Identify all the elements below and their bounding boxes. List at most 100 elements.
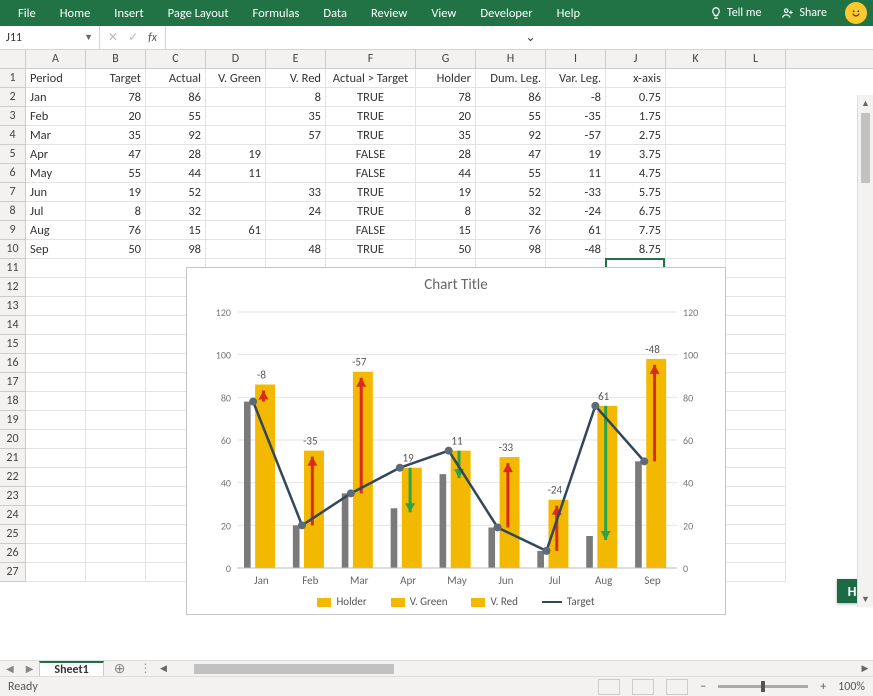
vertical-scrollbar[interactable]: ▲ ▼ (857, 95, 873, 607)
col-header[interactable]: D (206, 50, 266, 68)
cell[interactable] (726, 297, 786, 316)
cell[interactable] (26, 278, 86, 297)
share-button[interactable]: Share (771, 6, 837, 20)
cell[interactable]: -35 (546, 107, 606, 126)
cell[interactable]: 55 (476, 164, 546, 183)
feedback-smiley-icon[interactable] (845, 2, 867, 24)
cell[interactable] (26, 544, 86, 563)
cell[interactable]: 5.75 (606, 183, 666, 202)
cell[interactable]: x-axis (606, 69, 666, 88)
row-header[interactable]: 6 (0, 164, 26, 183)
cell[interactable]: 20 (86, 107, 146, 126)
cell[interactable] (726, 563, 786, 582)
cell[interactable] (666, 183, 726, 202)
cell[interactable]: 15 (416, 221, 476, 240)
cell[interactable]: Jan (26, 88, 86, 107)
cell[interactable] (726, 145, 786, 164)
row-header[interactable]: 7 (0, 183, 26, 202)
row-header[interactable]: 19 (0, 411, 26, 430)
col-header[interactable]: F (326, 50, 416, 68)
cell[interactable]: Mar (26, 126, 86, 145)
row-header[interactable]: 18 (0, 392, 26, 411)
cell[interactable] (666, 221, 726, 240)
fx-icon[interactable]: fx (148, 31, 157, 45)
cell[interactable] (206, 107, 266, 126)
cell[interactable] (26, 525, 86, 544)
cell[interactable]: 8.75 (606, 240, 666, 259)
cell[interactable]: 78 (416, 88, 476, 107)
cell[interactable]: FALSE (326, 164, 416, 183)
col-header[interactable]: J (606, 50, 666, 68)
cell[interactable]: V. Red (266, 69, 326, 88)
cell[interactable]: Actual > Target (326, 69, 416, 88)
cell[interactable]: 92 (146, 126, 206, 145)
cell[interactable] (726, 354, 786, 373)
cell[interactable] (206, 240, 266, 259)
ribbon-tab-page-layout[interactable]: Page Layout (156, 0, 241, 26)
cell[interactable] (86, 430, 146, 449)
col-header[interactable]: H (476, 50, 546, 68)
cell[interactable]: 86 (476, 88, 546, 107)
cell[interactable]: 20 (416, 107, 476, 126)
cell[interactable]: 35 (86, 126, 146, 145)
cell[interactable]: 92 (476, 126, 546, 145)
cell[interactable] (266, 164, 326, 183)
cell[interactable]: 19 (86, 183, 146, 202)
cell[interactable] (86, 354, 146, 373)
cell[interactable] (726, 164, 786, 183)
cell[interactable]: 0.75 (606, 88, 666, 107)
formula-expand-icon[interactable]: ⌄ (520, 26, 873, 49)
vscroll-thumb[interactable] (861, 113, 870, 183)
scroll-up-icon[interactable]: ▲ (858, 95, 873, 111)
cell[interactable]: May (26, 164, 86, 183)
cell[interactable]: -24 (546, 202, 606, 221)
cell[interactable]: 52 (146, 183, 206, 202)
cell[interactable]: 52 (476, 183, 546, 202)
cell[interactable]: 55 (86, 164, 146, 183)
add-sheet-icon[interactable]: ⊕ (104, 660, 136, 677)
cell[interactable]: 32 (146, 202, 206, 221)
row-header[interactable]: 20 (0, 430, 26, 449)
cell[interactable]: 19 (206, 145, 266, 164)
cell[interactable]: Actual (146, 69, 206, 88)
cell[interactable] (726, 88, 786, 107)
col-header[interactable]: B (86, 50, 146, 68)
row-header[interactable]: 10 (0, 240, 26, 259)
cell[interactable] (26, 335, 86, 354)
cell[interactable]: 2.75 (606, 126, 666, 145)
cell[interactable] (266, 145, 326, 164)
cell[interactable] (86, 544, 146, 563)
zoom-in-icon[interactable]: + (820, 680, 826, 694)
cell[interactable] (86, 411, 146, 430)
cell[interactable]: Holder (416, 69, 476, 88)
cell[interactable]: -57 (546, 126, 606, 145)
row-header[interactable]: 22 (0, 468, 26, 487)
cell[interactable]: 48 (266, 240, 326, 259)
cell[interactable] (726, 335, 786, 354)
cell[interactable] (206, 126, 266, 145)
cell[interactable]: 24 (266, 202, 326, 221)
cell[interactable] (26, 373, 86, 392)
cell[interactable]: Period (26, 69, 86, 88)
cell[interactable]: 47 (476, 145, 546, 164)
row-header[interactable]: 8 (0, 202, 26, 221)
cell[interactable]: Dum. Leg. (476, 69, 546, 88)
scroll-down-icon[interactable]: ▼ (858, 591, 873, 607)
name-box[interactable]: J11 ▼ (0, 26, 100, 49)
cell[interactable]: -8 (546, 88, 606, 107)
cell[interactable] (86, 392, 146, 411)
cell[interactable]: 44 (416, 164, 476, 183)
cell[interactable] (86, 449, 146, 468)
row-header[interactable]: 15 (0, 335, 26, 354)
cell[interactable] (26, 468, 86, 487)
cell[interactable]: V. Green (206, 69, 266, 88)
ribbon-tab-data[interactable]: Data (311, 0, 359, 26)
cell[interactable] (26, 354, 86, 373)
cell[interactable] (86, 373, 146, 392)
tab-nav-next-icon[interactable]: ▶ (20, 662, 40, 675)
cell[interactable]: 98 (146, 240, 206, 259)
cell[interactable] (206, 88, 266, 107)
cell[interactable] (86, 278, 146, 297)
sheet-tab[interactable]: Sheet1 (39, 661, 103, 676)
cell[interactable] (26, 392, 86, 411)
